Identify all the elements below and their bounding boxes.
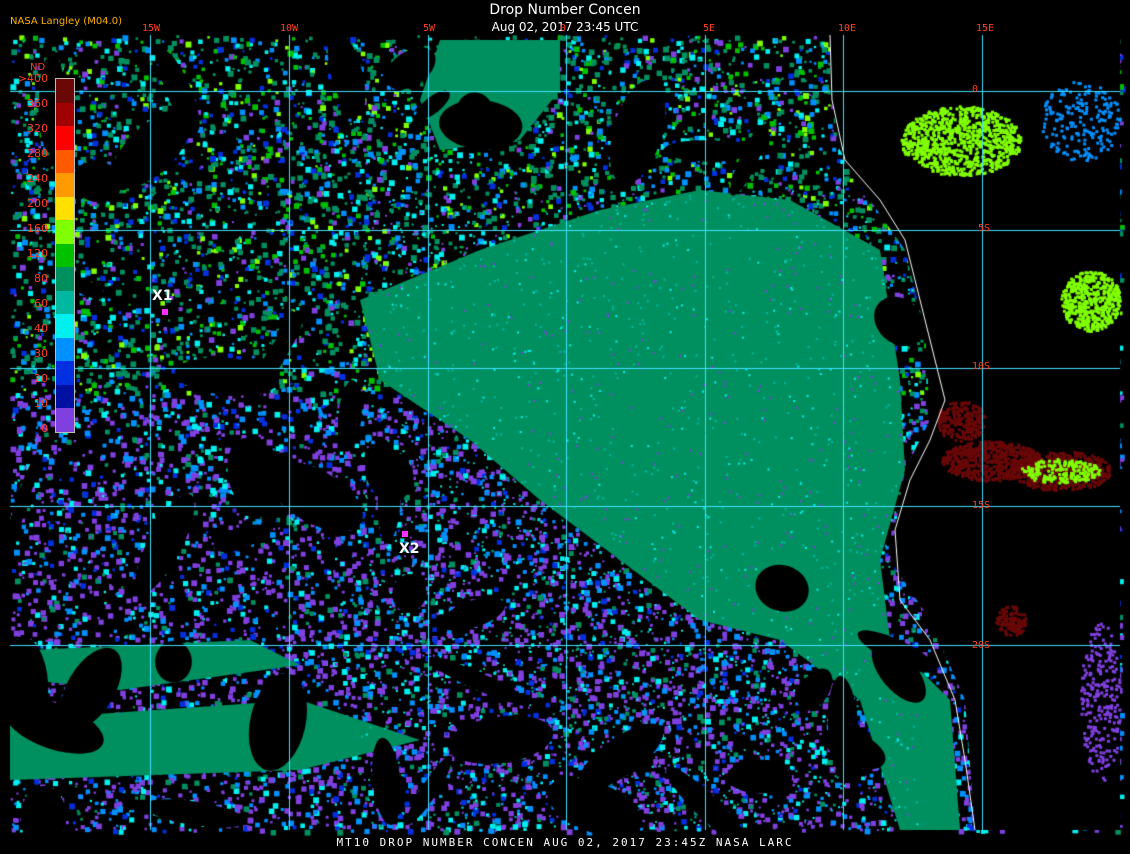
legend-swatch	[56, 314, 74, 339]
marker-x1-point	[162, 309, 168, 315]
map-title: Drop Number Concen	[489, 2, 641, 18]
legend-swatch	[56, 337, 74, 362]
legend-tick: 40	[34, 322, 48, 335]
marker-x2-label: X2	[399, 541, 420, 557]
lon-label-10w: 10W	[280, 23, 299, 34]
color-legend: ND >400 360 320 280 240 200 160 120 80 6…	[8, 62, 78, 435]
legend-tick: 80	[34, 272, 48, 285]
legend-tick: 360	[27, 97, 48, 110]
legend-tick: >400	[17, 72, 48, 85]
map-view: Drop Number Concen Aug 02, 2017 23:45 UT…	[0, 0, 1130, 850]
legend-swatch	[56, 149, 74, 174]
legend-tick: 320	[27, 122, 48, 135]
lon-label-10e: 10E	[838, 23, 857, 34]
legend-tick: 10	[34, 397, 48, 410]
legend-tick: 0	[41, 422, 48, 435]
legend-colorbar	[55, 78, 75, 433]
legend-swatch	[56, 361, 74, 386]
lon-label-5w: 5W	[423, 23, 436, 34]
legend-swatch	[56, 196, 74, 221]
cloud-drop-concentration-map	[0, 0, 1130, 850]
legend-swatch	[56, 173, 74, 198]
lat-label-5s: 5S	[978, 223, 991, 234]
product-credit: NASA Langley (M04.0)	[10, 16, 122, 27]
legend-tick: 200	[27, 197, 48, 210]
legend-swatch	[56, 408, 74, 433]
legend-swatch	[56, 220, 74, 245]
legend-swatch	[56, 126, 74, 151]
legend-swatch	[56, 102, 74, 127]
lon-label-15e: 15E	[976, 23, 995, 34]
lat-label-0: 0	[972, 84, 979, 95]
lon-label-0: 0	[560, 23, 567, 34]
legend-swatch	[56, 243, 74, 268]
lon-label-5e: 5E	[703, 23, 716, 34]
lat-label-10s: 10S	[972, 361, 991, 372]
legend-tick: 20	[34, 372, 48, 385]
legend-swatch	[56, 267, 74, 292]
legend-tick: 160	[27, 222, 48, 235]
marker-x1-label: X1	[152, 288, 173, 304]
product-footer: MT10 DROP NUMBER CONCEN AUG 02, 2017 23:…	[336, 836, 794, 849]
legend-tick: 120	[27, 247, 48, 260]
legend-swatch	[56, 79, 74, 104]
marker-x2-point	[402, 531, 408, 537]
legend-swatch	[56, 384, 74, 409]
legend-tick: 240	[27, 172, 48, 185]
lat-label-20s: 20S	[972, 640, 991, 651]
legend-tick: 60	[34, 297, 48, 310]
legend-tick: 30	[34, 347, 48, 360]
legend-swatch	[56, 290, 74, 315]
lat-label-15s: 15S	[972, 500, 991, 511]
lon-label-15w: 15W	[142, 23, 161, 34]
legend-tick: 280	[27, 147, 48, 160]
